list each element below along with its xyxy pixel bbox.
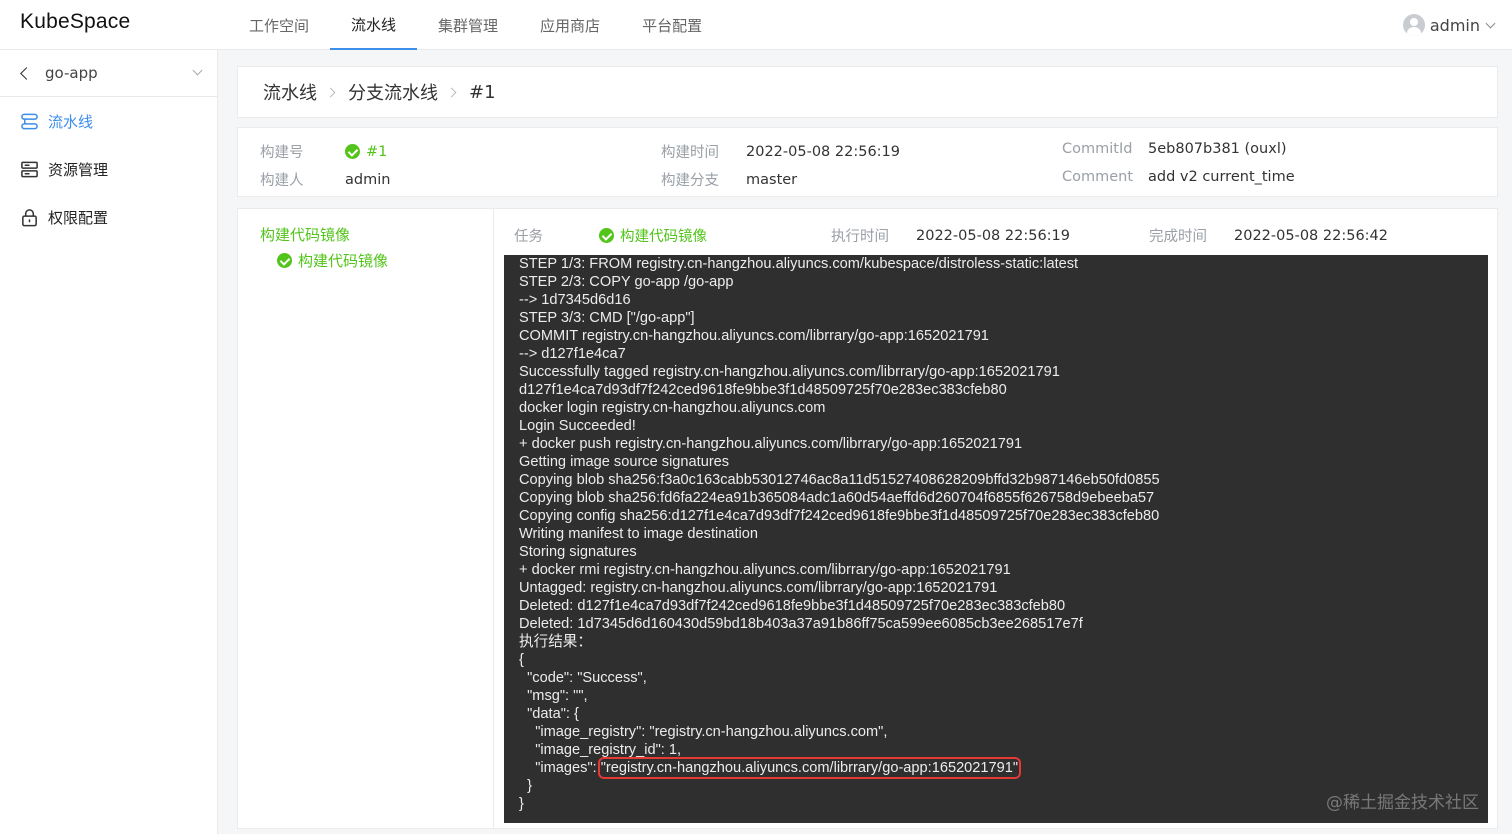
nav-app-store[interactable]: 应用商店 <box>519 0 621 50</box>
log-line: d127f1e4ca7d93df7f242ced9618fe9bbe3f1d48… <box>519 382 1007 398</box>
project-name: go-app <box>45 64 98 82</box>
log-line: STEP 2/3: COPY go-app /go-app <box>519 274 734 290</box>
log-line: Copying blob sha256:fd6fa224ea91b365084a… <box>519 490 1155 506</box>
log-line: Deleted: d127f1e4ca7d93df7f242ced9618fe9… <box>519 598 1066 614</box>
log-line: Writing manifest to image destination <box>519 526 759 542</box>
top-nav: 工作空间 流水线 集群管理 应用商店 平台配置 <box>228 0 723 50</box>
log-line: Login Succeeded! <box>519 418 636 434</box>
server-icon <box>21 161 38 177</box>
commit-value: 5eb807b381 (ouxl) <box>1148 141 1287 157</box>
back-arrow-icon[interactable] <box>20 66 33 80</box>
chevron-down-icon <box>192 65 203 76</box>
build-no-label: 构建号 <box>260 145 304 161</box>
stage-title[interactable]: 构建代码镜像 <box>260 224 350 245</box>
success-icon <box>345 144 360 159</box>
task-label: 任务 <box>514 229 543 245</box>
job-panel: 构建代码镜像 构建代码镜像 任务 构建代码镜像 执行时间 2022-05-08 … <box>237 208 1498 829</box>
log-line: Getting image source signatures <box>519 454 730 470</box>
log-line: Deleted: 1d7345d6d160430d59bd18b403a37a9… <box>519 616 1083 632</box>
success-icon <box>277 253 292 268</box>
user-name: admin <box>1429 15 1480 35</box>
build-no-value: #1 <box>366 143 388 160</box>
log-line: Storing signatures <box>519 544 637 560</box>
log-line: { <box>519 652 524 668</box>
breadcrumb-pipeline[interactable]: 流水线 <box>263 79 317 105</box>
stage-task[interactable]: 构建代码镜像 <box>277 250 388 271</box>
breadcrumb-branch-pipeline[interactable]: 分支流水线 <box>348 79 438 105</box>
project-selector[interactable]: go-app <box>0 50 217 97</box>
log-line: + docker rmi registry.cn-hangzhou.aliyun… <box>519 562 1011 578</box>
sidebar-item-pipeline[interactable]: 流水线 <box>0 97 217 145</box>
build-log[interactable]: STEP 1/3: FROM registry.cn-hangzhou.aliy… <box>504 255 1488 823</box>
log-line: 执行结果： <box>519 634 592 650</box>
log-line: + docker push registry.cn-hangzhou.aliyu… <box>519 436 1023 452</box>
done-time-value: 2022-05-08 22:56:42 <box>1234 227 1388 244</box>
commit-label: CommitId <box>1062 141 1133 157</box>
sidebar-item-label: 资源管理 <box>48 160 109 179</box>
chevron-right-icon <box>446 87 457 97</box>
log-line: --> d127f1e4ca7 <box>519 346 626 362</box>
branch-label: 构建分支 <box>661 173 719 189</box>
branch-value: master <box>746 171 798 188</box>
avatar-icon <box>1402 14 1425 36</box>
log-line: Untagged: registry.cn-hangzhou.aliyuncs.… <box>519 580 998 596</box>
log-line: "msg": "", <box>519 688 588 704</box>
lock-icon <box>22 208 37 226</box>
sidebar: go-app 流水线 资源管理 权限配置 <box>0 50 218 834</box>
log-line: --> 1d7345d6d16 <box>519 292 631 308</box>
highlighted-image: "registry.cn-hangzhou.aliyuncs.com/librr… <box>597 757 1022 779</box>
builder-label: 构建人 <box>260 173 304 189</box>
log-line: Copying blob sha256:f3a0c163cabb53012746… <box>519 472 1160 488</box>
log-line: "image_registry_id": 1, <box>519 742 682 758</box>
nav-platform[interactable]: 平台配置 <box>621 0 723 50</box>
log-line: "image_registry": "registry.cn-hangzhou.… <box>519 724 888 740</box>
build-info-panel: 构建号 #1 构建人 admin 构建时间 2022-05-08 22:56:1… <box>237 127 1498 197</box>
build-time-label: 构建时间 <box>661 145 719 161</box>
sidebar-item-label: 权限配置 <box>48 208 109 227</box>
pipeline-icon <box>21 113 38 129</box>
log-line: STEP 3/3: CMD ["/go-app"] <box>519 310 695 326</box>
log-line: STEP 1/3: FROM registry.cn-hangzhou.aliy… <box>519 256 1079 272</box>
comment-label: Comment <box>1062 169 1134 185</box>
top-bar: KubeSpace 工作空间 流水线 集群管理 应用商店 平台配置 admin <box>0 0 1512 50</box>
build-time-value: 2022-05-08 22:56:19 <box>746 143 900 160</box>
log-line: docker login registry.cn-hangzhou.aliyun… <box>519 400 826 416</box>
watermark: @稀土掘金技术社区 <box>1326 793 1479 813</box>
comment-value: add v2 current_time <box>1148 169 1295 185</box>
chevron-right-icon <box>325 87 336 97</box>
task-value: 构建代码镜像 <box>620 229 707 245</box>
sidebar-item-resources[interactable]: 资源管理 <box>0 145 217 193</box>
exec-time-value: 2022-05-08 22:56:19 <box>916 227 1070 244</box>
user-menu[interactable]: admin <box>1402 14 1496 36</box>
log-line: Copying config sha256:d127f1e4ca7d93df7f… <box>519 508 1160 524</box>
app-logo[interactable]: KubeSpace <box>20 10 130 34</box>
log-line: Successfully tagged registry.cn-hangzhou… <box>519 364 1060 380</box>
exec-time-label: 执行时间 <box>831 229 889 245</box>
nav-cluster[interactable]: 集群管理 <box>417 0 519 50</box>
log-line: "code": "Success", <box>519 670 647 686</box>
breadcrumb-build: #1 <box>469 81 496 103</box>
nav-workspace[interactable]: 工作空间 <box>228 0 330 50</box>
success-icon <box>599 228 614 243</box>
stage-list: 构建代码镜像 构建代码镜像 <box>238 209 494 828</box>
nav-pipeline[interactable]: 流水线 <box>330 0 418 50</box>
log-line: COMMIT registry.cn-hangzhou.aliyuncs.com… <box>519 328 989 344</box>
builder-value: admin <box>345 171 391 188</box>
sidebar-item-label: 流水线 <box>48 112 94 131</box>
stage-task-label: 构建代码镜像 <box>298 252 389 270</box>
log-line: "images": "registry.cn-hangzhou.aliyuncs… <box>519 757 1022 779</box>
done-time-label: 完成时间 <box>1149 229 1207 245</box>
sidebar-item-permissions[interactable]: 权限配置 <box>0 193 217 241</box>
chevron-down-icon <box>1485 18 1496 28</box>
log-line: "data": { <box>519 706 579 722</box>
breadcrumb: 流水线 分支流水线 #1 <box>237 66 1498 118</box>
